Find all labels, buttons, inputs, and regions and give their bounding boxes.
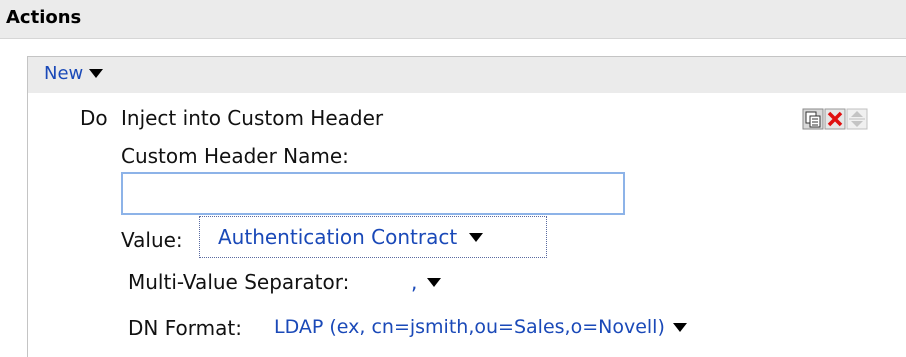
separator-selected: ,: [411, 270, 418, 294]
custom-header-name-label: Custom Header Name:: [121, 144, 349, 168]
multi-value-separator-label: Multi-Value Separator:: [128, 270, 350, 294]
dropdown-arrow-icon: [89, 69, 104, 78]
new-menu-label: New: [44, 63, 84, 84]
dropdown-arrow-icon: [672, 322, 687, 332]
do-label: Do: [80, 106, 108, 130]
copy-icon[interactable]: [802, 108, 824, 130]
dn-format-selected: LDAP (ex, cn=jsmith,ou=Sales,o=Novell): [274, 316, 665, 338]
action-controls: [802, 108, 868, 130]
value-selected: Authentication Contract: [218, 225, 458, 249]
action-name: Inject into Custom Header: [121, 106, 384, 130]
new-menu-button[interactable]: New: [44, 63, 104, 84]
section-title: Actions: [6, 7, 82, 28]
dropdown-arrow-icon: [469, 232, 484, 242]
delete-icon[interactable]: [824, 108, 846, 130]
dn-format-label: DN Format:: [128, 316, 242, 340]
actions-header: Actions: [0, 0, 906, 39]
dn-format-dropdown[interactable]: LDAP (ex, cn=jsmith,ou=Sales,o=Novell): [274, 316, 687, 338]
move-up-down-icon[interactable]: [846, 108, 868, 130]
custom-header-name-input[interactable]: [121, 172, 625, 215]
multi-value-separator-dropdown[interactable]: ,: [411, 270, 442, 294]
value-label: Value:: [121, 228, 183, 252]
dropdown-arrow-icon: [427, 277, 442, 287]
actions-toolbar: New: [28, 57, 906, 93]
value-dropdown[interactable]: Authentication Contract: [199, 216, 547, 258]
